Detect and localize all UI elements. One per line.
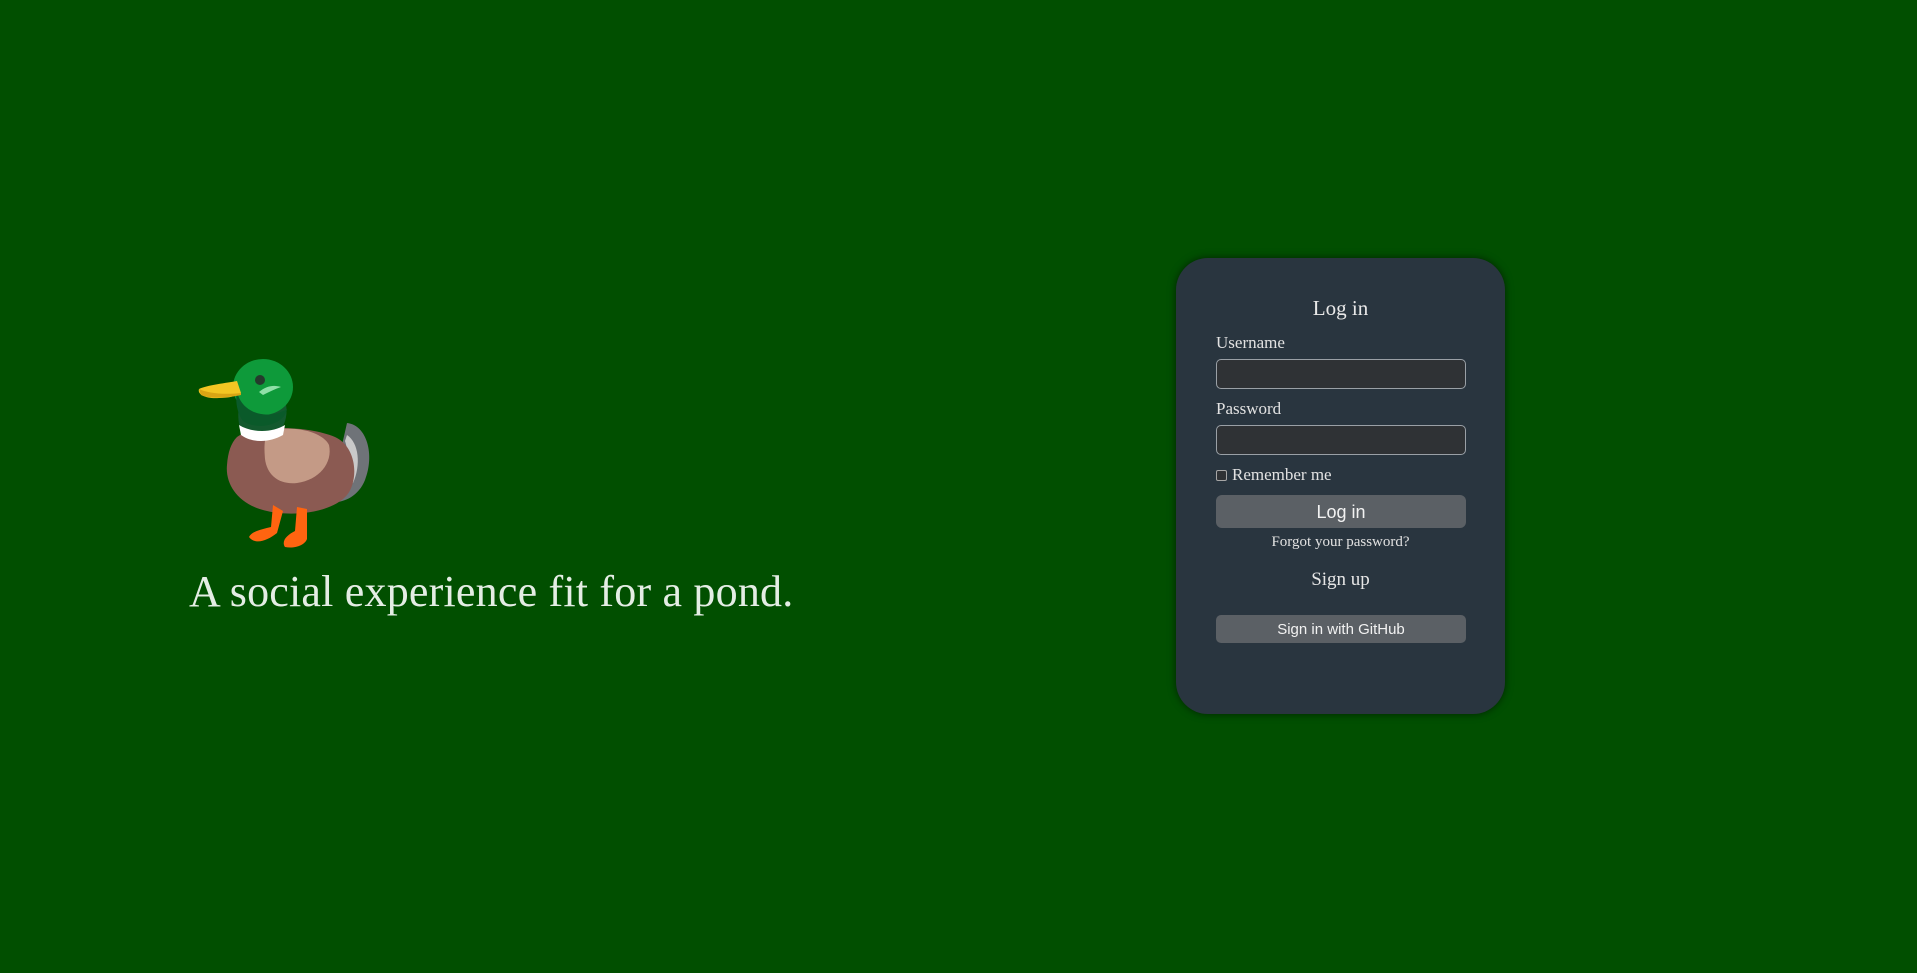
remember-me-row[interactable]: Remember me [1216, 465, 1465, 485]
forgot-password-link[interactable]: Forgot your password? [1216, 534, 1465, 551]
username-input[interactable] [1216, 359, 1466, 389]
hero-section: A social experience fit for a pond. [189, 355, 829, 617]
login-button[interactable]: Log in [1216, 495, 1466, 528]
password-input[interactable] [1216, 425, 1466, 455]
sign-up-link[interactable]: Sign up [1216, 569, 1465, 591]
mallard-duck-icon [198, 359, 370, 548]
login-card: Log in Username Password Remember me Log… [1176, 258, 1505, 714]
remember-me-checkbox[interactable] [1216, 469, 1227, 481]
tagline: A social experience fit for a pond. [189, 567, 794, 616]
password-label: Password [1216, 399, 1282, 418]
github-signin-button[interactable]: Sign in with GitHub [1216, 615, 1466, 643]
login-title: Log in [1312, 296, 1369, 320]
page: A social experience fit for a pond. Log … [0, 0, 1917, 973]
remember-me-label[interactable]: Remember me [1232, 465, 1332, 485]
username-label: Username [1216, 333, 1285, 352]
